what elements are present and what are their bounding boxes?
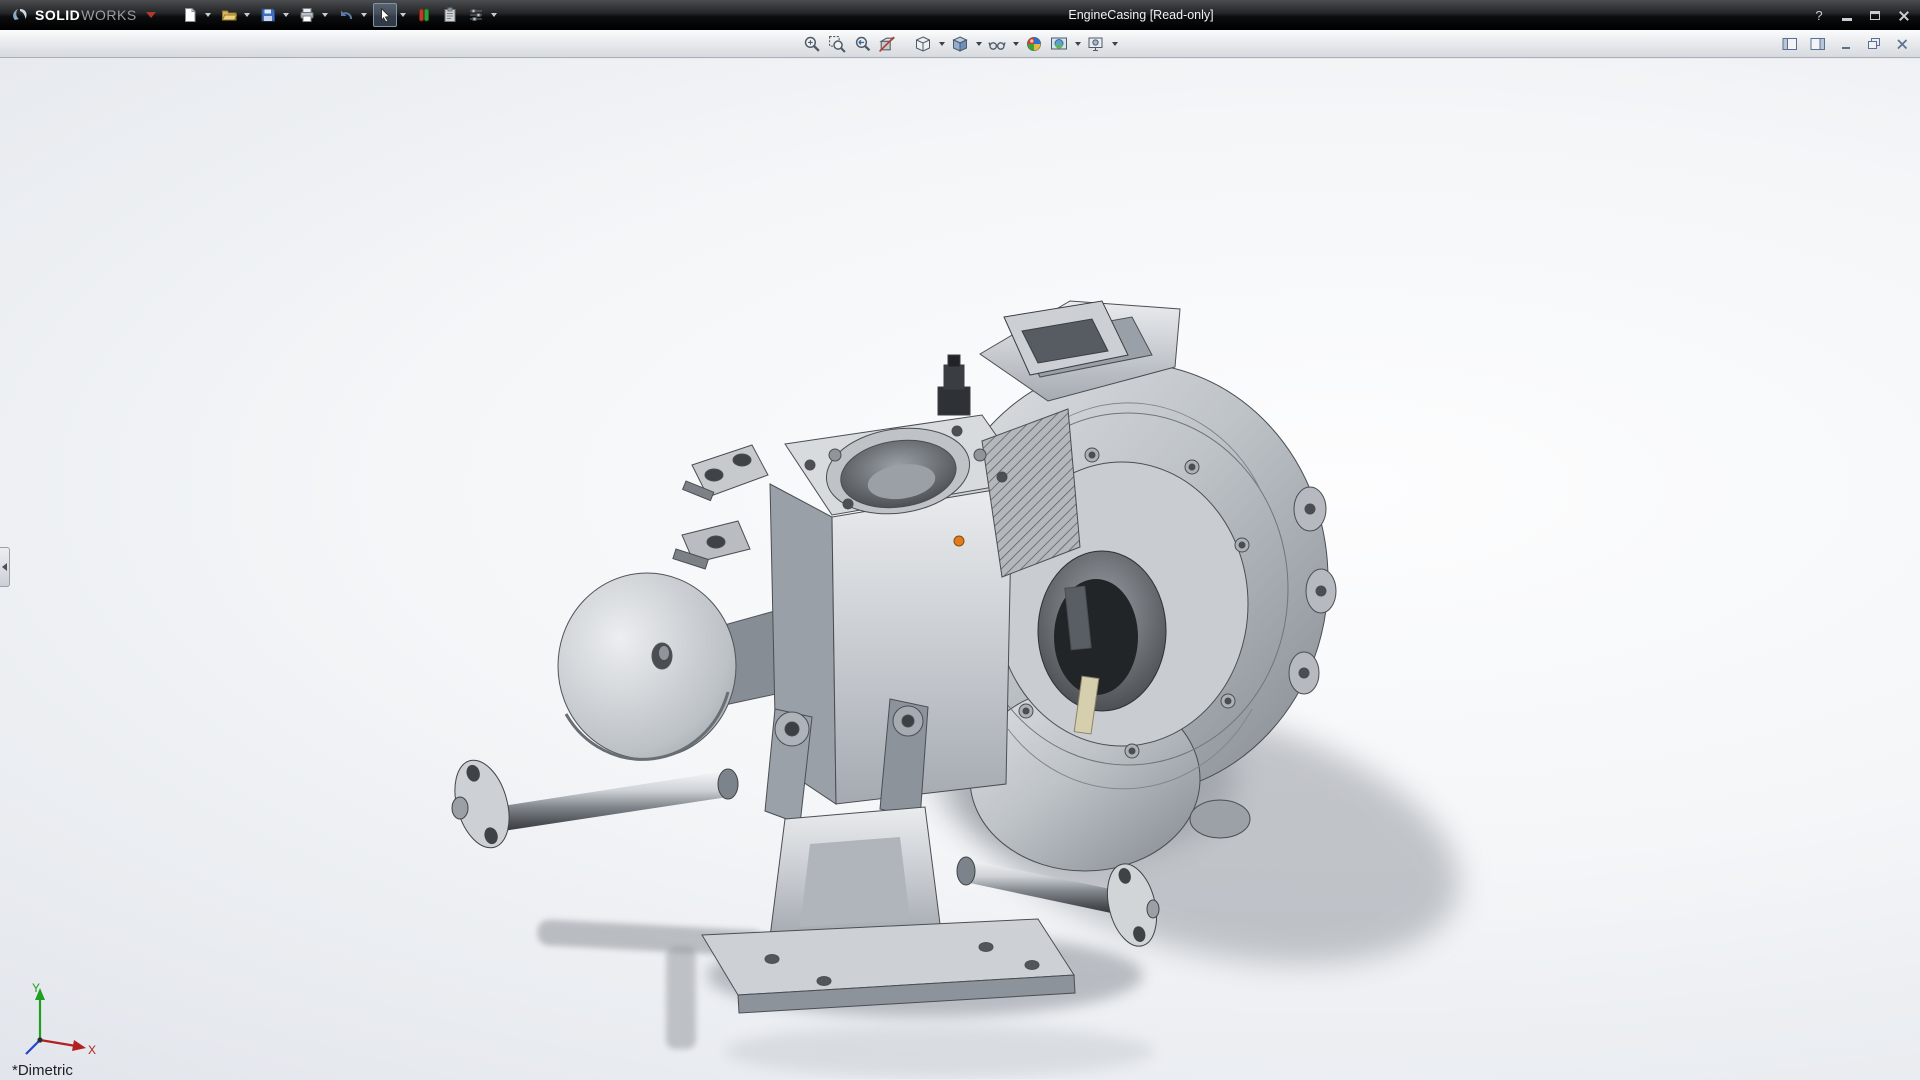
maximize-icon bbox=[1870, 11, 1880, 20]
open-dropdown[interactable] bbox=[241, 3, 254, 27]
view-orientation-icon bbox=[914, 35, 932, 53]
save-button[interactable] bbox=[256, 3, 280, 27]
new-document-icon bbox=[182, 7, 198, 23]
view-settings-dropdown[interactable] bbox=[1109, 32, 1120, 56]
close-document-button[interactable] bbox=[1892, 35, 1912, 53]
view-orientation-button[interactable] bbox=[911, 32, 935, 56]
minimize-icon bbox=[1839, 37, 1853, 51]
close-icon bbox=[1895, 37, 1909, 51]
view-settings-icon bbox=[1087, 35, 1105, 53]
brand-name-bold: SOLID bbox=[35, 7, 80, 23]
new-document-button[interactable] bbox=[178, 3, 202, 27]
titlebar: SOLID WORKS bbox=[0, 0, 1920, 30]
left-support-shaft[interactable] bbox=[446, 754, 738, 854]
edit-appearance-icon bbox=[1025, 35, 1043, 53]
save-dropdown[interactable] bbox=[280, 3, 293, 27]
hide-show-items-dropdown[interactable] bbox=[1010, 32, 1021, 56]
x-axis-label: X bbox=[88, 1043, 96, 1057]
heads-up-toolbar-band bbox=[0, 30, 1920, 58]
view-settings-button[interactable] bbox=[1084, 32, 1108, 56]
new-document-dropdown[interactable] bbox=[202, 3, 215, 27]
z-axis-arrow bbox=[26, 1040, 40, 1054]
section-view-button[interactable] bbox=[875, 32, 899, 56]
options-icon bbox=[468, 7, 484, 23]
print-icon bbox=[299, 7, 315, 23]
origin-marker[interactable] bbox=[954, 536, 964, 546]
graphics-viewport[interactable]: Y X *Dimetric bbox=[0, 59, 1920, 1080]
maximize-app-button[interactable] bbox=[1864, 5, 1886, 25]
solidworks-menu-arrow[interactable] bbox=[146, 12, 156, 18]
reference-triad: Y X bbox=[14, 978, 104, 1064]
chevron-left-icon bbox=[2, 563, 7, 571]
brand-name-light: WORKS bbox=[81, 7, 136, 23]
heads-up-view-toolbar bbox=[800, 32, 1120, 56]
view-orientation-dropdown[interactable] bbox=[936, 32, 947, 56]
close-app-button[interactable] bbox=[1892, 5, 1914, 25]
zoom-to-fit-button[interactable] bbox=[800, 32, 824, 56]
minimize-icon bbox=[1842, 18, 1852, 21]
select-tool-dropdown[interactable] bbox=[397, 3, 410, 27]
options-dropdown[interactable] bbox=[488, 3, 501, 27]
previous-view-button[interactable] bbox=[850, 32, 874, 56]
help-button[interactable]: ? bbox=[1808, 5, 1830, 25]
stoplight-toggle-button[interactable] bbox=[412, 3, 436, 27]
minimize-app-button[interactable] bbox=[1836, 5, 1858, 25]
section-view-icon bbox=[878, 35, 896, 53]
display-style-dropdown[interactable] bbox=[973, 32, 984, 56]
panel-right-button[interactable] bbox=[1808, 35, 1828, 53]
display-style-icon bbox=[951, 35, 969, 53]
task-pane-icon bbox=[442, 7, 458, 23]
document-window-controls bbox=[1780, 30, 1912, 58]
undo-dropdown[interactable] bbox=[358, 3, 371, 27]
undo-button[interactable] bbox=[334, 3, 358, 27]
close-icon bbox=[1898, 10, 1909, 21]
restore-icon bbox=[1867, 37, 1881, 51]
main-toolbar bbox=[178, 3, 501, 27]
open-icon bbox=[221, 7, 237, 23]
apply-scene-dropdown[interactable] bbox=[1072, 32, 1083, 56]
solidworks-brand: SOLID WORKS bbox=[0, 7, 164, 23]
panel-left-icon bbox=[1782, 37, 1798, 51]
select-icon bbox=[377, 7, 393, 23]
view-orientation-label: *Dimetric bbox=[12, 1062, 73, 1079]
undo-icon bbox=[338, 7, 354, 23]
x-axis-arrow bbox=[72, 1040, 86, 1051]
hide-show-items-icon bbox=[988, 35, 1006, 53]
zoom-to-area-button[interactable] bbox=[825, 32, 849, 56]
open-button[interactable] bbox=[217, 3, 241, 27]
restore-document-button[interactable] bbox=[1864, 35, 1884, 53]
previous-view-icon bbox=[853, 35, 871, 53]
select-tool-button[interactable] bbox=[373, 3, 397, 27]
hide-show-items-button[interactable] bbox=[985, 32, 1009, 56]
zoom-to-area-icon bbox=[828, 35, 846, 53]
display-style-button[interactable] bbox=[948, 32, 972, 56]
minimize-document-button[interactable] bbox=[1836, 35, 1856, 53]
panel-left-button[interactable] bbox=[1780, 35, 1800, 53]
print-button[interactable] bbox=[295, 3, 319, 27]
featuremanager-flyout-tab[interactable] bbox=[0, 547, 10, 587]
document-title: EngineCasing [Read-only] bbox=[1068, 0, 1213, 30]
apply-scene-icon bbox=[1050, 35, 1068, 53]
options-button[interactable] bbox=[464, 3, 488, 27]
ds-logo-icon bbox=[10, 7, 30, 23]
y-axis-label: Y bbox=[32, 981, 40, 995]
apply-scene-button[interactable] bbox=[1047, 32, 1071, 56]
zoom-to-fit-icon bbox=[803, 35, 821, 53]
edit-appearance-button[interactable] bbox=[1022, 32, 1046, 56]
task-pane-button[interactable] bbox=[438, 3, 462, 27]
stoplight-icon bbox=[416, 7, 432, 23]
panel-right-icon bbox=[1810, 37, 1826, 51]
save-icon bbox=[260, 7, 276, 23]
print-dropdown[interactable] bbox=[319, 3, 332, 27]
engine-casing-model[interactable] bbox=[380, 259, 1520, 1079]
titlebar-window-controls: ? bbox=[1808, 0, 1914, 30]
flywheel-disc[interactable] bbox=[558, 573, 790, 759]
